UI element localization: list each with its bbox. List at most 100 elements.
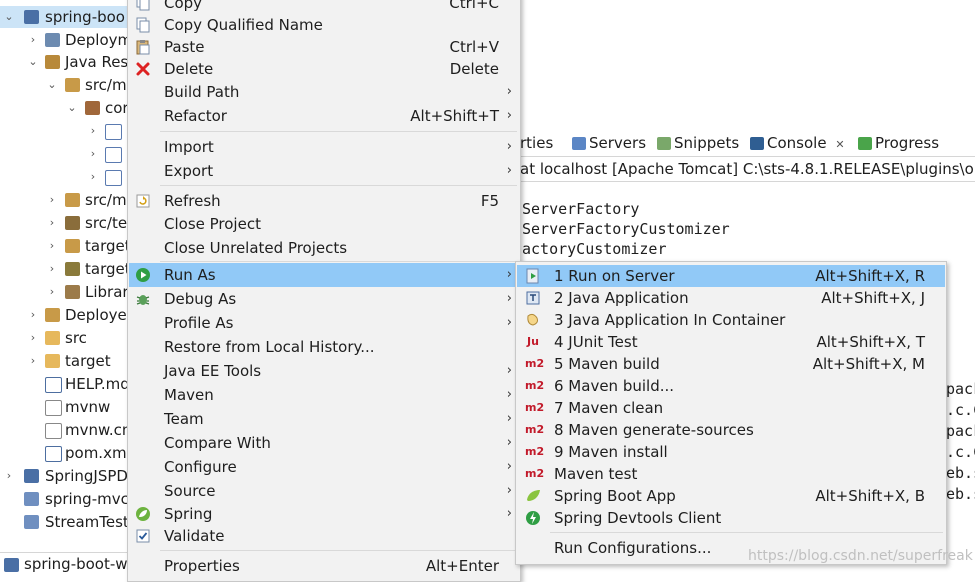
menu-item-export[interactable]: Export ›	[129, 159, 519, 183]
submenu-item-maven-build-dialog[interactable]: m2 6 Maven build...	[517, 375, 945, 397]
expand-icon[interactable]: ›	[4, 465, 14, 487]
menu-item-debug-as[interactable]: Debug As ›	[129, 287, 519, 311]
collapse-icon[interactable]: ⌄	[47, 74, 57, 96]
expand-icon[interactable]: ›	[28, 29, 38, 51]
menu-item-restore-local-history[interactable]: Restore from Local History...	[129, 335, 519, 359]
menu-item-maven[interactable]: Maven ›	[129, 383, 519, 407]
tree-item-label: target	[85, 237, 131, 255]
menu-item-delete[interactable]: Delete Delete	[129, 57, 519, 81]
expand-icon[interactable]: ›	[47, 258, 57, 280]
tab-progress[interactable]: Progress	[858, 132, 939, 154]
tree-item-package[interactable]: ⌄ cor	[0, 97, 140, 119]
tree-item-pom-xml[interactable]: pom.xm	[0, 442, 140, 464]
tree-item-deployment[interactable]: › Deploym	[0, 29, 140, 51]
expand-icon[interactable]: ›	[47, 281, 57, 303]
menu-item-label: Spring	[164, 505, 213, 523]
submenu-item-accelerator: Alt+Shift+X, R	[815, 267, 925, 285]
tree-item-target[interactable]: › target	[0, 235, 140, 257]
tab-servers[interactable]: Servers	[572, 132, 646, 154]
menu-item-label: Team	[164, 410, 204, 428]
tree-item-src-main[interactable]: ⌄ src/m	[0, 74, 140, 96]
menu-item-build-path[interactable]: Build Path ›	[129, 80, 519, 104]
expand-icon[interactable]: ›	[88, 120, 98, 142]
submenu-item-spring-devtools-client[interactable]: Spring Devtools Client	[517, 507, 945, 529]
expand-icon[interactable]: ›	[28, 327, 38, 349]
tree-item-deployed[interactable]: › Deploye	[0, 304, 140, 326]
submenu-arrow-icon: ›	[506, 108, 512, 123]
status-bar-label: spring-boot-w	[24, 555, 128, 573]
menu-item-close-unrelated-projects[interactable]: Close Unrelated Projects	[129, 236, 519, 260]
submenu-item-maven-build[interactable]: m2 5 Maven build Alt+Shift+X, M	[517, 353, 945, 375]
submenu-item-label: 9 Maven install	[554, 443, 668, 461]
tree-item-java-file[interactable]: ›	[0, 143, 140, 165]
tab-console[interactable]: Console ✕	[750, 132, 845, 154]
menu-item-java-ee-tools[interactable]: Java EE Tools ›	[129, 359, 519, 383]
menu-item-profile-as[interactable]: Profile As ›	[129, 311, 519, 335]
menu-item-paste[interactable]: Paste Ctrl+V	[129, 35, 519, 59]
menu-item-import[interactable]: Import ›	[129, 135, 519, 159]
collapse-icon[interactable]: ⌄	[4, 6, 14, 28]
menu-item-spring[interactable]: Spring ›	[129, 502, 519, 526]
expand-icon[interactable]: ›	[47, 212, 57, 234]
project-explorer: ⌄ spring-boo › Deploym ⌄ Java Res ⌄ src/…	[0, 0, 140, 574]
submenu-item-junit-test[interactable]: Ju 4 JUnit Test Alt+Shift+X, T	[517, 331, 945, 353]
tree-item-streamtest[interactable]: StreamTest	[0, 511, 140, 533]
submenu-item-label: 5 Maven build	[554, 355, 660, 373]
expand-icon[interactable]: ›	[88, 166, 98, 188]
tree-item-libraries[interactable]: › Librar	[0, 281, 140, 303]
menu-item-copy-qualified-name[interactable]: Copy Qualified Name	[129, 13, 519, 37]
tree-item-mvnw[interactable]: mvnw	[0, 396, 140, 418]
tree-item-spring-mvc[interactable]: spring-mvc	[0, 488, 140, 510]
tree-item-target-folder[interactable]: › target	[0, 350, 140, 372]
tree-item-java-file[interactable]: ›	[0, 166, 140, 188]
menu-item-validate[interactable]: Validate	[129, 524, 519, 548]
menu-item-compare-with[interactable]: Compare With ›	[129, 431, 519, 455]
tree-item-help-md[interactable]: HELP.md	[0, 373, 140, 395]
tree-item-target[interactable]: › target	[0, 258, 140, 280]
expand-icon[interactable]: ›	[28, 350, 38, 372]
menu-item-configure[interactable]: Configure ›	[129, 455, 519, 479]
menu-item-refactor[interactable]: Refactor Alt+Shift+T ›	[129, 104, 519, 128]
menu-item-properties[interactable]: Properties Alt+Enter	[129, 554, 519, 578]
expand-icon[interactable]: ›	[47, 189, 57, 211]
tree-item-mvnw-cmd[interactable]: mvnw.cm	[0, 419, 140, 441]
menu-item-team[interactable]: Team ›	[129, 407, 519, 431]
maven-icon: m2	[525, 379, 545, 392]
collapse-icon[interactable]: ⌄	[28, 51, 38, 73]
package-icon	[85, 101, 100, 115]
expand-icon[interactable]: ›	[88, 143, 98, 165]
tree-item-src-main-resources[interactable]: › src/m	[0, 189, 140, 211]
submenu-item-accelerator: Alt+Shift+X, T	[816, 333, 925, 351]
menu-item-run-as[interactable]: Run As ›	[129, 263, 519, 287]
submenu-item-java-application[interactable]: 2 Java Application Alt+Shift+X, J	[517, 287, 945, 309]
menu-item-close-project[interactable]: Close Project	[129, 212, 519, 236]
tree-item-src-test[interactable]: › src/te	[0, 212, 140, 234]
menu-item-source[interactable]: Source ›	[129, 479, 519, 503]
submenu-item-maven-test[interactable]: m2 Maven test	[517, 463, 945, 485]
expand-icon[interactable]: ›	[47, 235, 57, 257]
menu-item-label: Validate	[164, 527, 225, 545]
submenu-item-label: 3 Java Application In Container	[554, 311, 786, 329]
tree-item-java-resources[interactable]: ⌄ Java Res	[0, 51, 140, 73]
copy-icon	[135, 17, 151, 33]
close-icon[interactable]: ✕	[835, 138, 844, 151]
submenu-item-spring-boot-app[interactable]: Spring Boot App Alt+Shift+X, B	[517, 485, 945, 507]
submenu-item-maven-install[interactable]: m2 9 Maven install	[517, 441, 945, 463]
menu-item-refresh[interactable]: Refresh F5	[129, 189, 519, 213]
collapse-icon[interactable]: ⌄	[67, 97, 77, 119]
submenu-item-maven-clean[interactable]: m2 7 Maven clean	[517, 397, 945, 419]
tab-properties[interactable]: rties	[520, 132, 553, 154]
submenu-item-java-app-in-container[interactable]: 3 Java Application In Container	[517, 309, 945, 331]
console-line: pack	[946, 380, 975, 398]
tree-item-src[interactable]: › src	[0, 327, 140, 349]
tree-item-java-file[interactable]: ›	[0, 120, 140, 142]
submenu-item-run-on-server[interactable]: 1 Run on Server Alt+Shift+X, R	[517, 265, 945, 287]
submenu-item-maven-generate-sources[interactable]: m2 8 Maven generate-sources	[517, 419, 945, 441]
tree-item-springjspd[interactable]: › SpringJSPD	[0, 465, 140, 487]
menu-item-label: Build Path	[164, 83, 240, 101]
tab-snippets[interactable]: Snippets	[657, 132, 739, 154]
tree-item-spring-boot[interactable]: ⌄ spring-boo	[0, 6, 140, 28]
markdown-file-icon	[45, 377, 62, 393]
expand-icon[interactable]: ›	[28, 304, 38, 326]
submenu-arrow-icon: ›	[506, 139, 512, 154]
